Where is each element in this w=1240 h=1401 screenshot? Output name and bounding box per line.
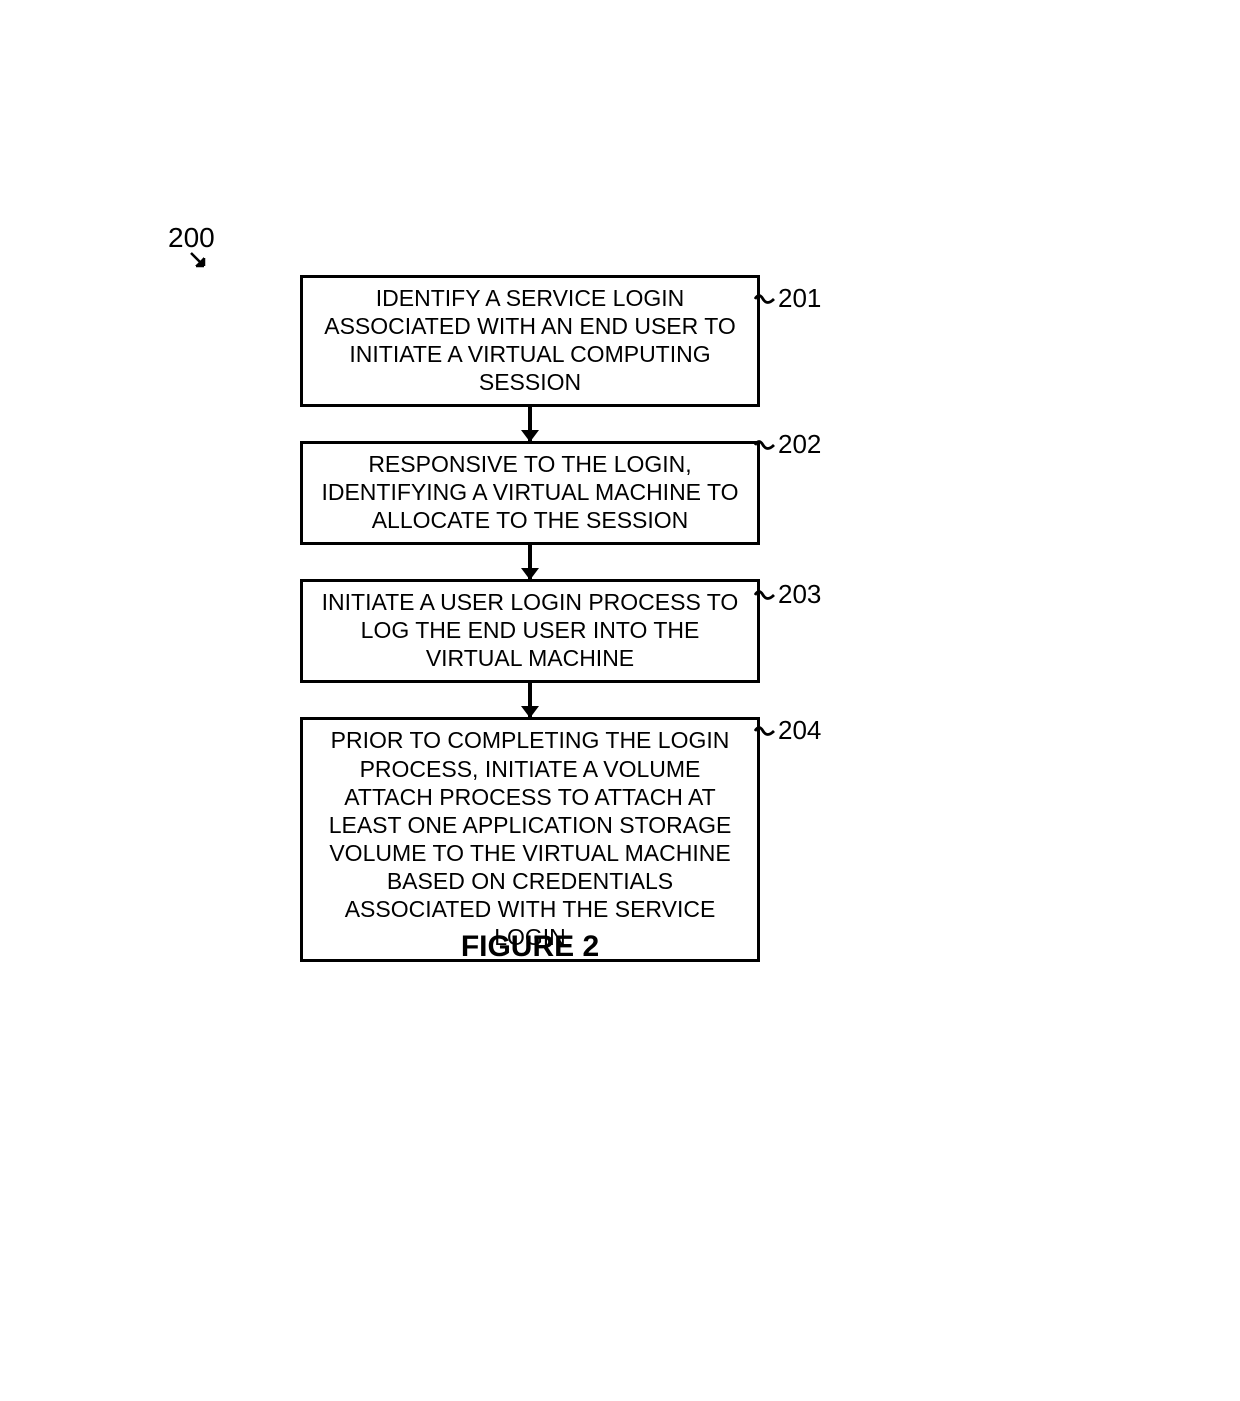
step-box: RESPONSIVE TO THE LOGIN, IDENTIFYING A V… (300, 441, 760, 545)
step-box: IDENTIFY A SERVICE LOGIN ASSOCIATED WITH… (300, 275, 760, 407)
leader-line-icon (754, 722, 776, 740)
connector-arrow (528, 683, 532, 717)
step-label: 201 (754, 283, 821, 314)
step-204: PRIOR TO COMPLETING THE LOGIN PROCESS, I… (290, 717, 770, 961)
step-202: RESPONSIVE TO THE LOGIN, IDENTIFYING A V… (290, 441, 770, 545)
figure-caption: FIGURE 2 (0, 930, 1060, 964)
connector-arrow (528, 545, 532, 579)
connector-arrow (528, 407, 532, 441)
step-id: 203 (778, 579, 821, 610)
diagram-pointer-icon (190, 252, 208, 270)
step-label: 203 (754, 579, 821, 610)
leader-line-icon (754, 290, 776, 308)
leader-line-icon (754, 436, 776, 454)
step-201: IDENTIFY A SERVICE LOGIN ASSOCIATED WITH… (290, 275, 770, 407)
step-box: PRIOR TO COMPLETING THE LOGIN PROCESS, I… (300, 717, 760, 961)
diagram-number: 200 (168, 222, 215, 254)
leader-line-icon (754, 586, 776, 604)
step-box: INITIATE A USER LOGIN PROCESS TO LOG THE… (300, 579, 760, 683)
flowchart: IDENTIFY A SERVICE LOGIN ASSOCIATED WITH… (290, 275, 770, 962)
step-id: 204 (778, 715, 821, 746)
step-id: 202 (778, 429, 821, 460)
step-label: 204 (754, 715, 821, 746)
step-id: 201 (778, 283, 821, 314)
step-label: 202 (754, 429, 821, 460)
step-203: INITIATE A USER LOGIN PROCESS TO LOG THE… (290, 579, 770, 683)
